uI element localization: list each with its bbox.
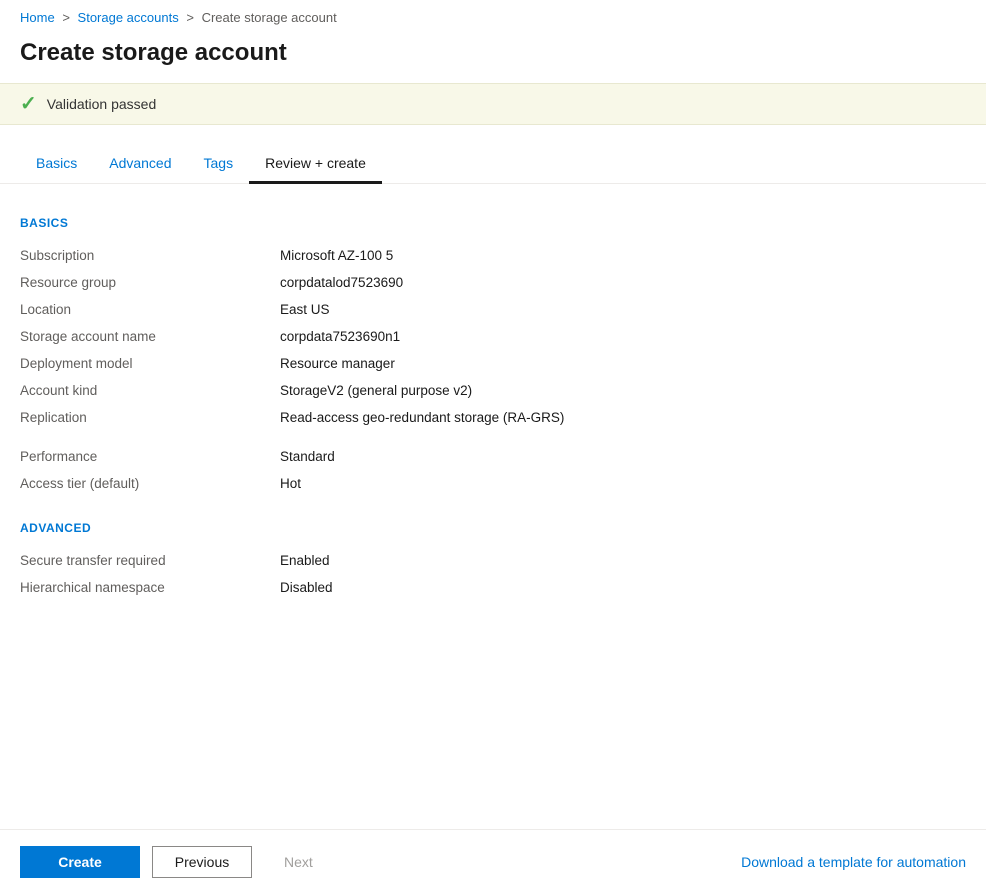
validation-text: Validation passed (47, 96, 156, 112)
field-label-resource-group: Resource group (20, 269, 280, 296)
field-label-performance: Performance (20, 443, 280, 470)
check-icon: ✓ (20, 94, 37, 114)
previous-button[interactable]: Previous (152, 846, 252, 878)
field-value-secure-transfer: Enabled (280, 547, 966, 574)
field-spacer (20, 431, 966, 443)
validation-banner: ✓ Validation passed (0, 83, 986, 125)
field-hierarchical-namespace: Hierarchical namespace Disabled (20, 574, 966, 601)
create-button[interactable]: Create (20, 846, 140, 878)
footer-bar: Create Previous Next Download a template… (0, 829, 986, 894)
basics-section-header: BASICS (20, 216, 966, 230)
next-button: Next (264, 847, 333, 877)
field-replication: Replication Read-access geo-redundant st… (20, 404, 966, 431)
field-label-secure-transfer: Secure transfer required (20, 547, 280, 574)
field-resource-group: Resource group corpdatalod7523690 (20, 269, 966, 296)
page-container: Home > Storage accounts > Create storage… (0, 0, 986, 894)
field-label-storage-account-name: Storage account name (20, 323, 280, 350)
tab-basics[interactable]: Basics (20, 145, 93, 184)
field-label-account-kind: Account kind (20, 377, 280, 404)
breadcrumb-sep-2: > (186, 10, 194, 25)
breadcrumb: Home > Storage accounts > Create storage… (0, 0, 986, 31)
field-label-deployment-model: Deployment model (20, 350, 280, 377)
field-location: Location East US (20, 296, 966, 323)
automation-link[interactable]: Download a template for automation (741, 854, 966, 870)
field-performance: Performance Standard (20, 443, 966, 470)
advanced-section-header: ADVANCED (20, 521, 966, 535)
field-storage-account-name: Storage account name corpdata7523690n1 (20, 323, 966, 350)
breadcrumb-sep-1: > (62, 10, 70, 25)
advanced-fields-table: Secure transfer required Enabled Hierarc… (20, 547, 966, 601)
page-title: Create storage account (0, 31, 986, 83)
tab-review-create[interactable]: Review + create (249, 145, 382, 184)
field-label-access-tier: Access tier (default) (20, 470, 280, 497)
field-access-tier: Access tier (default) Hot (20, 470, 966, 497)
field-deployment-model: Deployment model Resource manager (20, 350, 966, 377)
breadcrumb-home[interactable]: Home (20, 10, 55, 25)
field-label-replication: Replication (20, 404, 280, 431)
field-value-location: East US (280, 296, 966, 323)
field-value-storage-account-name: corpdata7523690n1 (280, 323, 966, 350)
field-label-hierarchical-namespace: Hierarchical namespace (20, 574, 280, 601)
field-value-resource-group: corpdatalod7523690 (280, 269, 966, 296)
tab-tags[interactable]: Tags (188, 145, 250, 184)
content-area: BASICS Subscription Microsoft AZ-100 5 R… (0, 184, 986, 829)
field-label-subscription: Subscription (20, 242, 280, 269)
field-value-subscription: Microsoft AZ-100 5 (280, 242, 966, 269)
field-label-location: Location (20, 296, 280, 323)
breadcrumb-storage-accounts[interactable]: Storage accounts (78, 10, 179, 25)
field-value-performance: Standard (280, 443, 966, 470)
basics-fields-table: Subscription Microsoft AZ-100 5 Resource… (20, 242, 966, 497)
field-subscription: Subscription Microsoft AZ-100 5 (20, 242, 966, 269)
field-value-deployment-model: Resource manager (280, 350, 966, 377)
field-value-hierarchical-namespace: Disabled (280, 574, 966, 601)
breadcrumb-current: Create storage account (202, 10, 337, 25)
field-secure-transfer: Secure transfer required Enabled (20, 547, 966, 574)
field-value-access-tier: Hot (280, 470, 966, 497)
field-value-account-kind: StorageV2 (general purpose v2) (280, 377, 966, 404)
tab-advanced[interactable]: Advanced (93, 145, 187, 184)
field-account-kind: Account kind StorageV2 (general purpose … (20, 377, 966, 404)
tabs-container: Basics Advanced Tags Review + create (0, 125, 986, 184)
field-value-replication: Read-access geo-redundant storage (RA-GR… (280, 404, 966, 431)
